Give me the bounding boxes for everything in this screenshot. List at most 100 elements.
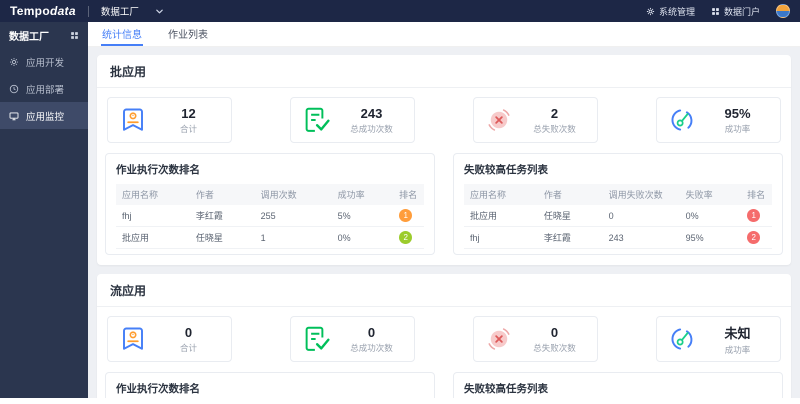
gauge-icon [657,105,707,135]
sidebar-item-app-dev[interactable]: 应用开发 [0,48,88,75]
table-title: 作业执行次数排名 [116,164,200,176]
topbar-divider [87,5,89,17]
table-card-0: 作业执行次数排名 应用名称 作者 调用次数 成功率 排名 fhj 李红霞 255 5% 1 批应用 任晓… [105,153,435,255]
topbar: Tempodata 数据工厂 系统管理 数据门户 [0,0,800,22]
stat-label: 成功率 [724,344,751,355]
doc-check-icon [291,105,341,135]
data-portal-icon [711,7,720,16]
table-row[interactable]: 批应用 任晓星 1 0% 2 [116,226,424,249]
stat-card-doc-check: 0 总成功次数 [290,316,415,362]
stat-card-gauge: 未知 成功率 [656,316,781,362]
x-circle-icon [474,105,524,135]
column-header: 调用失败次数 [602,184,680,205]
app-dev-icon [9,57,19,67]
system-admin-label: 系统管理 [658,6,695,17]
stat-card-gauge: 95% 成功率 [656,97,781,143]
stat-cards-row: 0 合计 0 总成功次数 0 总失败次数 未知成功率 [105,316,783,362]
table-card-1: 失败较高任务列表 应用名称 作者 调用失败次数 失败率 排名 批应用 任晓星 0 0% 1 fhj 李红… [453,153,783,255]
column-header: 排名 [393,184,424,205]
app-window: Tempodata 数据工厂 系统管理 数据门户 数据工厂 应用开发 应用部署 … [0,0,800,404]
section-title: 流应用 [97,274,791,307]
stat-label: 合计 [179,342,197,353]
table-cell: 243 [602,226,680,249]
table-cell: fhj [464,226,538,249]
stat-info: 未知 成功率 [707,323,780,356]
section-title: 批应用 [97,55,791,88]
app-monitor-icon [9,111,19,121]
table-cell: 批应用 [116,226,190,249]
column-header: 应用名称 [116,184,190,205]
sidebar-item-label: 应用部署 [26,84,65,96]
column-header: 作者 [189,184,255,205]
badge-icon [108,105,158,135]
rank-cell: 2 [393,226,424,249]
stat-value: 243 [360,105,383,121]
data-table: 应用名称 作者 调用次数 成功率 排名 fhj 李红霞 255 5% 1 批应用 任晓星 1 0% 2 [116,184,424,249]
table-cell: 李红霞 [537,226,603,249]
stat-label: 合计 [179,123,197,134]
data-portal-label: 数据门户 [723,6,760,17]
user-avatar[interactable] [776,4,790,18]
topbar-right: 系统管理 数据门户 [646,4,790,18]
chevron-down-icon [155,7,164,16]
table-cell: 1 [254,226,332,249]
stat-value: 95% [724,105,751,121]
logo-bold-text: Tempo [10,4,50,18]
stat-info: 0 合计 [158,325,231,354]
data-portal-link[interactable]: 数据门户 [711,5,760,18]
tab-1[interactable]: 作业列表 [167,22,209,46]
rank-badge: 2 [399,231,413,244]
rank-cell: 2 [741,226,772,249]
stat-value: 未知 [724,325,751,341]
column-header: 作者 [537,184,603,205]
section-panel-0: 批应用 12 合计 243 总成功次数 2 总失败次数 95% 成功率 作业执行次数排名 应用名称作… [97,55,791,265]
section-panel-1: 流应用 0 合计 0 总成功次数 0 总失败次数 未知成功率作业执行次数排名应用名称作者调用次… [97,274,791,398]
table-title: 作业执行次数排名 [116,383,200,395]
sidebar-collapse-icon[interactable] [70,31,79,40]
stat-info: 0 总失败次数 [524,325,597,354]
table-cell: 0% [679,205,742,227]
stat-card-badge: 12 合计 [107,97,232,143]
table-cell: fhj [116,205,190,227]
workspace-name: 数据工厂 [100,7,139,18]
system-admin-link[interactable]: 系统管理 [646,5,695,18]
table-row[interactable]: fhj 李红霞 255 5% 1 [116,205,424,227]
stat-label: 成功率 [724,123,751,134]
rank-cell: 1 [393,205,424,227]
table-row[interactable]: 批应用 任晓星 0 0% 1 [464,205,772,227]
tabbar: 统计信息 作业列表 [88,22,800,47]
workspace-switcher[interactable]: 数据工厂 [101,4,164,18]
table-cell: 任晓星 [537,205,603,227]
table-row[interactable]: fhj 李红霞 243 95% 2 [464,226,772,249]
logo-light-text: data [49,4,76,18]
table-card-1: 失败较高任务列表应用名称作者调用失败次数失败率排名暂无数据 [453,372,783,398]
section-body: 12 合计 243 总成功次数 2 总失败次数 95% 成功率 作业执行次数排名 应用名称 作者 调用… [97,88,791,265]
table-cell: 李红霞 [189,205,255,227]
app-deploy-icon [9,84,19,94]
tables-row: 作业执行次数排名应用名称作者调用次数成功率排名暂无数据失败较高任务列表应用名称作… [105,372,783,398]
rank-badge: 1 [399,209,413,222]
section-body: 0 合计 0 总成功次数 0 总失败次数 未知成功率作业执行次数排名应用名称作者调用次数成功… [97,307,791,398]
rank-cell: 1 [741,205,772,227]
content-area: 批应用 12 合计 243 总成功次数 2 总失败次数 95% 成功率 作业执行次数排名 应用名称作… [88,47,800,398]
column-header: 失败率 [679,184,742,205]
stat-value: 12 [181,105,196,121]
sidebar-item-app-monitor[interactable]: 应用监控 [0,102,88,129]
sidebar-header: 数据工厂 [0,22,88,48]
stat-card-x-circle: 0 总失败次数 [473,316,598,362]
tab-0[interactable]: 统计信息 [101,22,143,46]
table-cell: 0 [602,205,680,227]
stat-label: 总成功次数 [350,123,393,134]
tables-row: 作业执行次数排名 应用名称 作者 调用次数 成功率 排名 fhj 李红霞 255 5% 1 批应用 任晓… [105,153,783,255]
stat-info: 95% 成功率 [707,106,780,135]
rank-badge: 1 [747,209,761,222]
sidebar-item-app-deploy[interactable]: 应用部署 [0,75,88,102]
main-area: 统计信息 作业列表 批应用 12 合计 243 总成功次数 2 总失败次数 95% 成功率 作业执行… [88,22,800,398]
system-admin-icon [646,7,655,16]
sidebar: 数据工厂 应用开发应用部署应用监控 [0,22,88,398]
stat-label: 总成功次数 [350,342,393,353]
app-logo: Tempodata [10,5,76,17]
sidebar-item-label: 应用监控 [26,111,65,123]
stat-card-x-circle: 2 总失败次数 [473,97,598,143]
stat-info: 12 合计 [158,106,231,135]
